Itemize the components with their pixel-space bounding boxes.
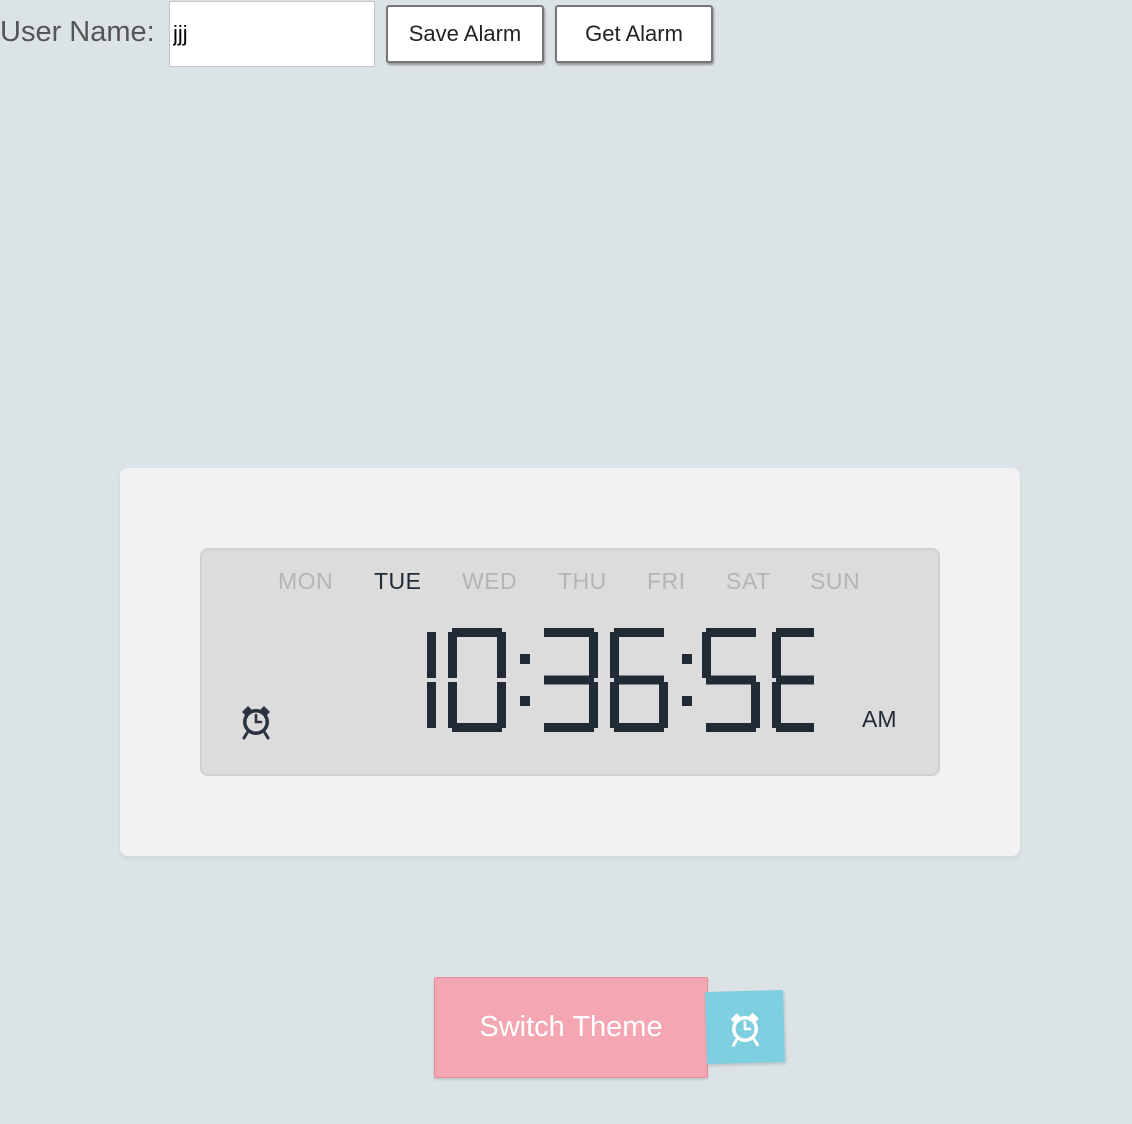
time-digits <box>427 628 814 732</box>
day-tue: TUE <box>374 568 422 594</box>
time-digit-1 <box>448 628 506 732</box>
day-sat: SAT <box>726 568 771 594</box>
theme-alarm-tab[interactable] <box>705 989 785 1065</box>
time-digit-0 <box>427 632 436 728</box>
alarm-clock-icon[interactable] <box>238 702 274 740</box>
clock-card: MON TUE WED THU FRI SAT SUN AM <box>120 468 1020 856</box>
time-colon-0 <box>520 654 530 706</box>
weekday-row: MON TUE WED THU FRI SAT SUN <box>202 568 938 598</box>
day-thu: THU <box>558 568 607 594</box>
day-mon: MON <box>278 568 334 594</box>
day-wed: WED <box>462 568 518 594</box>
am-pm-indicator: AM <box>862 706 897 732</box>
day-fri: FRI <box>647 568 686 594</box>
day-sun: SUN <box>810 568 861 594</box>
time-colon-1 <box>682 654 692 706</box>
time-digit-3 <box>610 628 668 732</box>
clock-display: MON TUE WED THU FRI SAT SUN AM <box>200 548 940 776</box>
user-name-label: User Name: <box>0 16 155 48</box>
get-alarm-button[interactable]: Get Alarm <box>555 5 713 63</box>
time-digit-5 <box>772 628 814 732</box>
alarm-clock-icon <box>730 1012 759 1047</box>
time-digit-2 <box>544 628 598 732</box>
user-name-input[interactable] <box>169 1 375 67</box>
switch-theme-button[interactable]: Switch Theme <box>434 977 708 1078</box>
time-digit-4 <box>702 628 760 732</box>
save-alarm-button[interactable]: Save Alarm <box>386 5 544 63</box>
